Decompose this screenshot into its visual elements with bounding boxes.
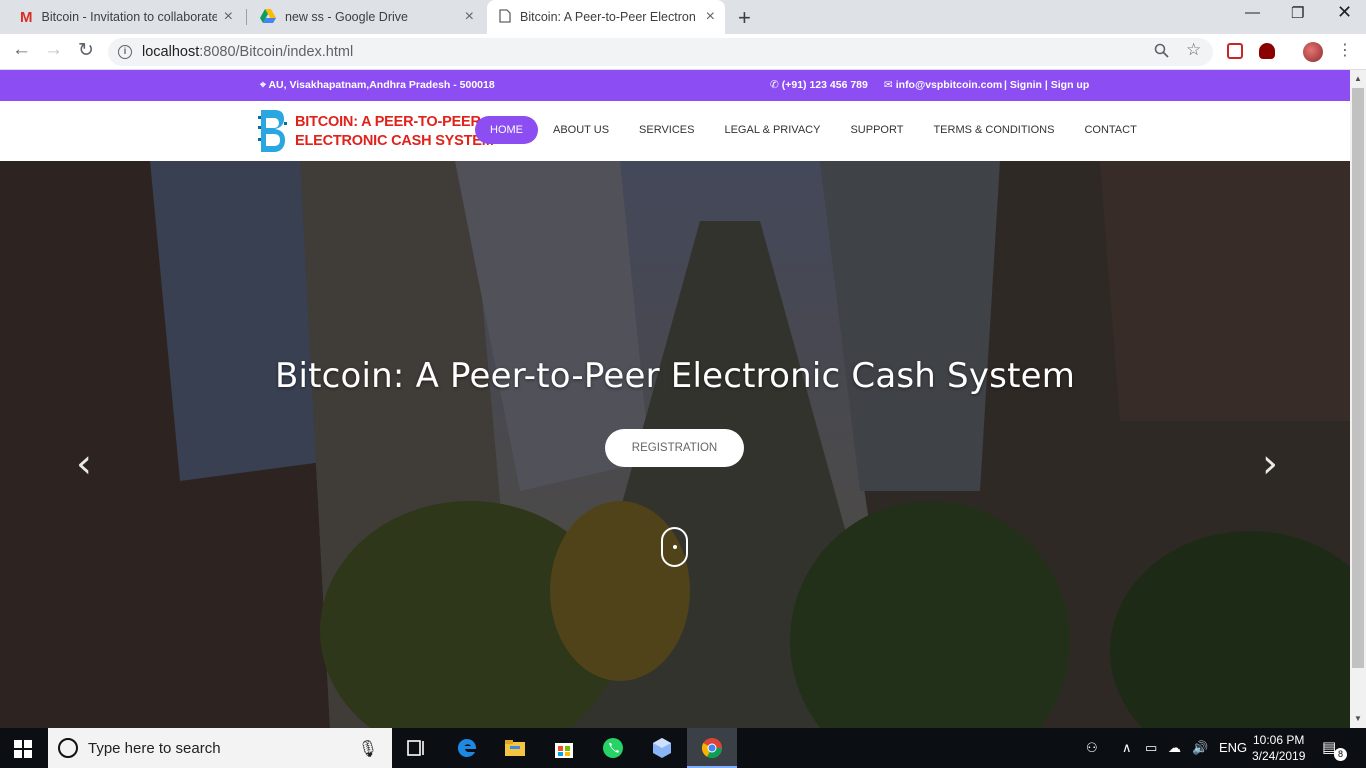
- notification-count-badge: 8: [1334, 748, 1347, 761]
- bookmark-star-icon[interactable]: ☆: [1186, 40, 1201, 60]
- file-explorer-icon[interactable]: [503, 736, 527, 760]
- carousel-next-arrow-icon[interactable]: ›: [1262, 441, 1278, 487]
- windows-start-icon[interactable]: [14, 740, 32, 758]
- task-view-icon[interactable]: [405, 736, 429, 760]
- back-icon[interactable]: ←: [12, 39, 31, 61]
- microphone-icon[interactable]: 🎙: [358, 739, 378, 759]
- microsoft-store-icon[interactable]: [552, 736, 576, 760]
- phone-info: ✆ (+91) 123 456 789: [770, 79, 868, 91]
- whatsapp-icon[interactable]: [601, 736, 625, 760]
- nav-terms-conditions[interactable]: TERMS & CONDITIONS: [918, 116, 1069, 144]
- logo-text[interactable]: BITCOIN: A PEER-TO-PEER ELECTRONIC CASH …: [295, 113, 494, 151]
- tab-title: Bitcoin: A Peer-to-Peer Electronic: [520, 10, 695, 24]
- close-window-icon[interactable]: ✕: [1337, 2, 1352, 23]
- tab-google-drive[interactable]: new ss - Google Drive ×: [248, 0, 484, 34]
- envelope-icon: ✉: [884, 79, 893, 91]
- google-drive-icon: [260, 8, 276, 26]
- gmail-icon: M: [20, 8, 33, 26]
- site-header: BITCOIN: A PEER-TO-PEER ELECTRONIC CASH …: [0, 101, 1350, 161]
- phone-icon: ✆: [770, 79, 779, 91]
- address-info: ⌖ AU, Visakhapatnam,Andhra Pradesh - 500…: [260, 79, 495, 91]
- close-tab-icon[interactable]: ×: [224, 8, 233, 26]
- nav-contact[interactable]: CONTACT: [1069, 116, 1151, 144]
- tab-gmail[interactable]: M Bitcoin - Invitation to collaborate ×: [8, 0, 243, 34]
- pocket-extension-icon[interactable]: [1227, 43, 1243, 59]
- close-tab-icon[interactable]: ×: [465, 8, 474, 26]
- zoom-icon[interactable]: [1154, 43, 1169, 62]
- volume-icon[interactable]: 🔊: [1192, 740, 1208, 756]
- site-contact-bar: ⌖ AU, Visakhapatnam,Andhra Pradesh - 500…: [0, 70, 1350, 101]
- carousel-prev-arrow-icon[interactable]: ‹: [76, 441, 92, 487]
- nav-home[interactable]: HOME: [475, 116, 538, 144]
- tab-bitcoin[interactable]: Bitcoin: A Peer-to-Peer Electronic ×: [487, 0, 725, 34]
- nav-legal-privacy[interactable]: LEGAL & PRIVACY: [709, 116, 835, 144]
- 3d-viewer-icon[interactable]: [650, 736, 674, 760]
- people-icon[interactable]: ⚇: [1086, 740, 1098, 756]
- address-bar[interactable]: i localhost:8080/Bitcoin/index.html ☆: [108, 38, 1213, 66]
- taskbar-search-box[interactable]: Type here to search 🎙: [48, 728, 392, 768]
- signup-link[interactable]: Sign up: [1051, 79, 1090, 91]
- browser-toolbar: ← → ↻ i localhost:8080/Bitcoin/index.htm…: [0, 34, 1366, 70]
- forward-icon[interactable]: →: [44, 39, 63, 61]
- edge-browser-icon[interactable]: [455, 736, 479, 760]
- cortana-icon: [58, 738, 78, 758]
- browser-tab-strip: M Bitcoin - Invitation to collaborate × …: [0, 0, 1366, 34]
- search-placeholder: Type here to search: [88, 739, 221, 757]
- system-clock[interactable]: 10:06 PM 3/24/2019: [1252, 732, 1305, 764]
- email-info[interactable]: ✉ info@vspbitcoin.com: [884, 79, 1002, 91]
- new-tab-icon[interactable]: +: [738, 5, 751, 31]
- hero-title: Bitcoin: A Peer-to-Peer Electronic Cash …: [274, 356, 1076, 396]
- nav-support[interactable]: SUPPORT: [835, 116, 918, 144]
- ublock-extension-icon[interactable]: [1259, 43, 1275, 59]
- nav-services[interactable]: SERVICES: [624, 116, 709, 144]
- scroll-down-mouse-icon[interactable]: [661, 527, 688, 567]
- chrome-icon[interactable]: [700, 736, 724, 760]
- show-hidden-icons-icon[interactable]: ∧: [1122, 740, 1132, 756]
- windows-taskbar: Type here to search 🎙 ⚇ ∧ ▭ ☁ 🔊 ENG 10:0…: [0, 728, 1366, 768]
- registration-button[interactable]: REGISTRATION: [605, 429, 744, 467]
- scrollbar-thumb[interactable]: [1352, 88, 1364, 668]
- reload-icon[interactable]: ↻: [78, 39, 94, 62]
- tab-title: new ss - Google Drive: [285, 10, 408, 24]
- profile-avatar[interactable]: [1303, 42, 1323, 62]
- close-tab-icon[interactable]: ×: [706, 8, 715, 26]
- page-icon: [499, 8, 511, 26]
- signin-link[interactable]: Signin: [1010, 79, 1042, 91]
- minimize-icon[interactable]: —: [1245, 4, 1260, 21]
- auth-links: | Signin | Sign up: [1004, 79, 1090, 91]
- scroll-down-arrow-icon[interactable]: ▼: [1354, 714, 1362, 723]
- tab-separator: [246, 9, 247, 25]
- scroll-up-arrow-icon[interactable]: ▲: [1354, 74, 1362, 83]
- restore-icon[interactable]: ❐: [1291, 4, 1304, 22]
- bitcoin-logo-icon[interactable]: [258, 108, 288, 154]
- url-text[interactable]: localhost:8080/Bitcoin/index.html: [142, 44, 353, 60]
- tab-title: Bitcoin - Invitation to collaborate: [41, 10, 217, 24]
- language-indicator[interactable]: ENG: [1219, 740, 1247, 755]
- map-pin-icon: ⌖: [260, 79, 266, 91]
- main-navigation: HOME ABOUT US SERVICES LEGAL & PRIVACY S…: [475, 116, 1152, 144]
- hero-slider: Bitcoin: A Peer-to-Peer Electronic Cash …: [0, 161, 1350, 728]
- page-scrollbar[interactable]: ▲ ▼: [1350, 70, 1366, 728]
- battery-icon[interactable]: ▭: [1145, 740, 1157, 756]
- menu-kebab-icon[interactable]: ⋮: [1337, 40, 1353, 60]
- nav-about-us[interactable]: ABOUT US: [538, 116, 624, 144]
- onedrive-cloud-icon[interactable]: ☁: [1168, 740, 1181, 756]
- info-icon[interactable]: i: [118, 45, 132, 59]
